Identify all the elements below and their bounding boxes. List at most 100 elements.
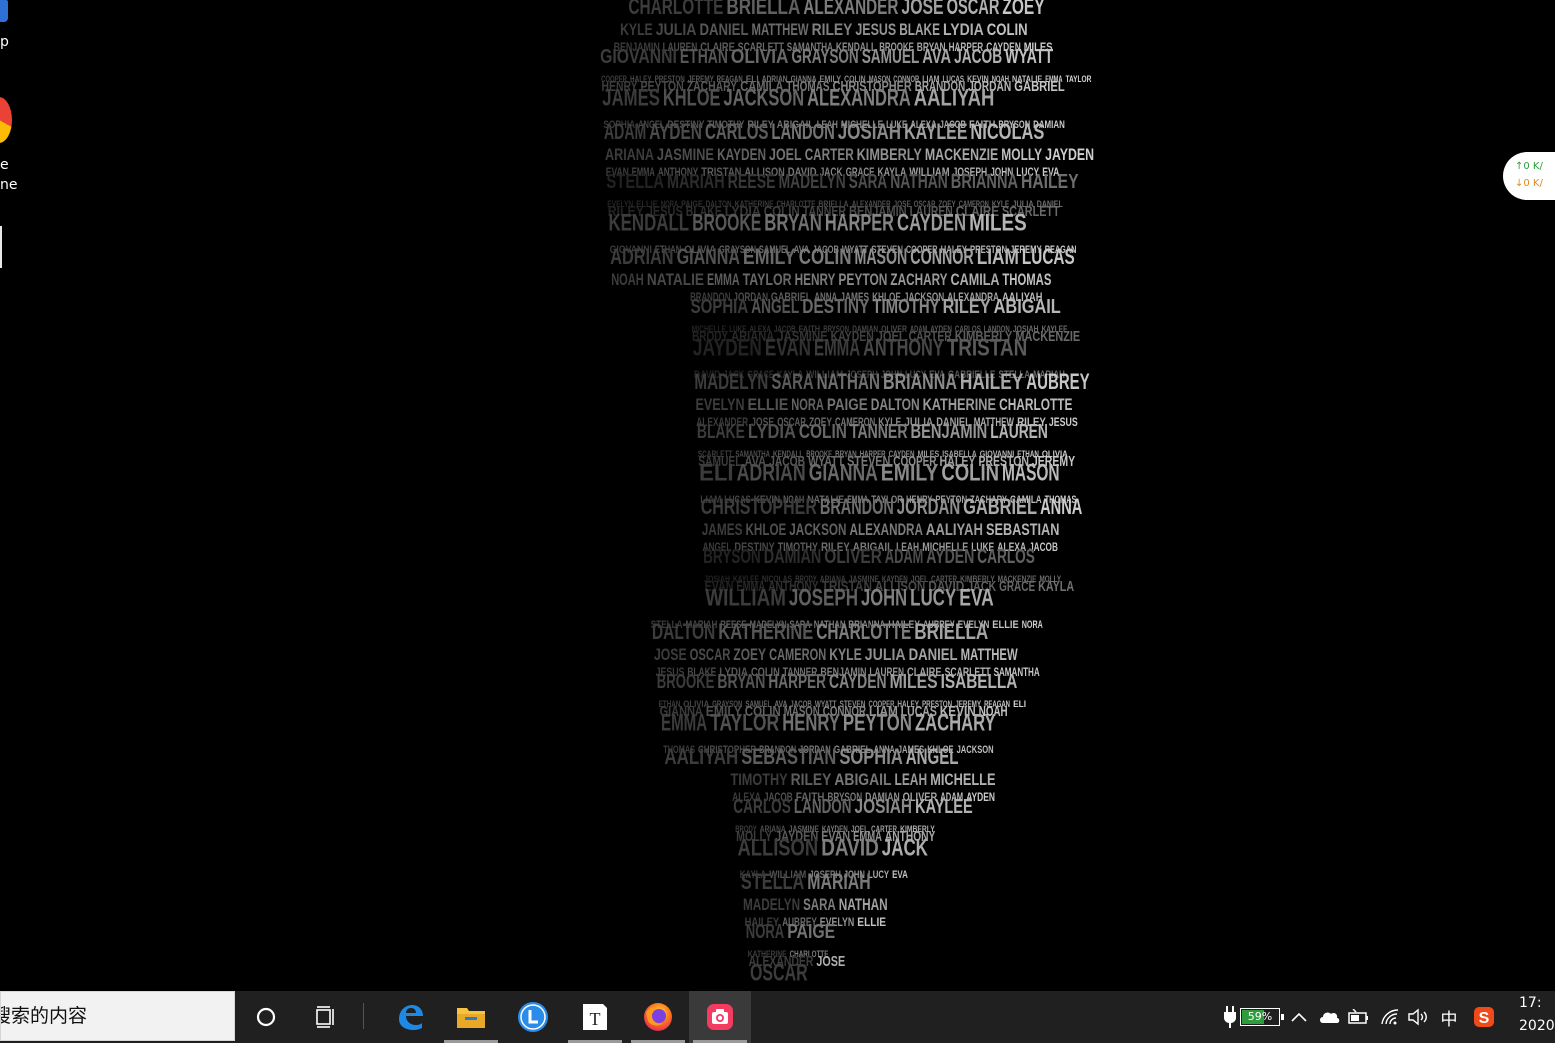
wallpaper-name: JOSE — [901, 0, 943, 19]
wallpaper-name: DALTON — [652, 619, 715, 644]
wallpaper-name: ELLIE — [992, 619, 1018, 631]
wallpaper-name: KHLOE — [663, 85, 721, 112]
wallpaper-name: JACKSON — [789, 520, 846, 539]
wallpaper-name: WYATT — [1005, 46, 1053, 68]
wallpaper-name: HARPER — [768, 671, 826, 693]
wallpaper-name: MASON — [855, 244, 908, 269]
wallpaper-name: JESUS — [1049, 415, 1078, 429]
wallpaper-name: MILES — [890, 671, 938, 693]
wallpaper-name: ZOEY — [733, 645, 766, 664]
wallpaper-name: JACKSON — [957, 744, 994, 756]
desktop-icon-label-line2: ne — [0, 177, 18, 193]
wallpaper-name: CONNOR — [910, 244, 973, 269]
wallpaper-name: BLAKE — [697, 421, 745, 443]
svg-text:T: T — [590, 1009, 601, 1029]
wallpaper-name: ZOEY — [1002, 0, 1044, 19]
download-speed: ↓0 K/ — [1515, 178, 1543, 189]
wallpaper-name: KAYLA — [1038, 578, 1074, 595]
wallpaper-name: ELI — [699, 460, 734, 487]
task-view-button[interactable] — [295, 991, 357, 1043]
wallpaper-name: JAMES — [702, 520, 743, 539]
chevron-up-icon — [1291, 1012, 1307, 1022]
wallpaper-name: JAMES — [602, 85, 660, 112]
wallpaper-name: KYLE — [829, 645, 862, 664]
wallpaper-name: COLIN — [941, 460, 999, 487]
wallpaper-name: ANGEL — [906, 744, 959, 769]
wallpaper-name: OSCAR — [947, 0, 1000, 19]
volume-button[interactable] — [1405, 991, 1431, 1043]
desktop-icon-app-1[interactable]: p — [0, 0, 10, 56]
wallpaper-name: EMILY — [881, 460, 939, 487]
wallpaper-name: JOEL — [769, 145, 802, 164]
wallpaper-name: STELLA — [606, 171, 664, 193]
l-app-icon — [518, 1002, 548, 1032]
firefox-icon — [644, 1003, 672, 1031]
desktop-icon-label-line1: e — [0, 157, 9, 173]
wallpaper-name: AUBREY — [1026, 369, 1090, 394]
taskbar-app-typora[interactable]: T — [564, 991, 626, 1043]
wallpaper-name: JACOB — [954, 46, 1002, 68]
sogou-ime-button[interactable]: S — [1470, 991, 1498, 1043]
network-speed-widget[interactable]: ↑0 K/ ↓0 K/ — [1503, 152, 1555, 200]
wallpaper-name: ADRIAN — [737, 460, 806, 487]
wallpaper-name: MARIAH — [667, 171, 725, 193]
taskbar-app-l[interactable] — [502, 991, 564, 1043]
wallpaper-name: SAMUEL — [862, 46, 920, 68]
wallpaper-name: TANNER — [850, 421, 908, 443]
wallpaper-name: CARLOS — [705, 119, 768, 144]
wallpaper-name: ELI — [1013, 699, 1026, 709]
taskbar-app-edge[interactable] — [379, 991, 441, 1043]
wallpaper-name: CAYDEN — [829, 671, 887, 693]
wallpaper-name: ETHAN — [680, 46, 728, 68]
taskbar-app-file-explorer[interactable] — [440, 991, 502, 1043]
wallpaper-name: COLIN — [987, 20, 1028, 39]
onedrive-button[interactable] — [1316, 991, 1342, 1043]
taskbar-search-box[interactable]: 搜索的内容 — [0, 991, 235, 1041]
wallpaper-name: BROOKE — [657, 671, 715, 693]
wallpaper-name: PEYTON — [838, 270, 887, 289]
show-hidden-icons-button[interactable] — [1288, 991, 1310, 1043]
wallpaper-name: SEBASTIAN — [741, 744, 836, 769]
wallpaper-name: TIMOTHY — [731, 770, 789, 789]
wallpaper-name: KIMBERLY — [857, 145, 923, 164]
wallpaper-name: JASMINE — [657, 145, 714, 164]
wallpaper-name: MARIAH — [807, 869, 870, 894]
taskbar-app-firefox[interactable] — [627, 991, 689, 1043]
wallpaper-name: ALEXANDRA — [807, 85, 911, 112]
battery-saver-icon — [1348, 1009, 1368, 1024]
taskbar-app-screenshot[interactable] — [689, 991, 751, 1043]
wallpaper-name: OSCAR — [690, 645, 731, 664]
input-method-indicator[interactable]: 中 — [1437, 991, 1461, 1043]
wallpaper-name: ANTHONY — [863, 335, 944, 362]
wallpaper-name: CHARLOTTE — [628, 0, 723, 19]
wallpaper-name: MATTHEW — [961, 645, 1019, 664]
wallpaper-name: GIANNA — [677, 244, 740, 269]
upload-speed: ↑0 K/ — [1515, 161, 1543, 172]
wallpaper-name: ARIANA — [605, 145, 654, 164]
edge-icon — [399, 1005, 423, 1030]
wifi-button[interactable] — [1377, 991, 1403, 1043]
wallpaper-name: EMMA — [661, 710, 707, 737]
wallpaper-name: AVA — [922, 46, 951, 68]
wallpaper-name: AALIYAH — [914, 85, 995, 112]
wallpaper-name: ADAM — [604, 119, 646, 144]
battery-indicator[interactable]: 59% — [1220, 991, 1284, 1043]
wallpaper-name: GRACE — [999, 578, 1035, 595]
screenshot-app-icon — [707, 1004, 733, 1030]
wallpaper-name: CHARLOTTE — [816, 619, 911, 644]
speaker-icon — [1408, 1008, 1427, 1026]
wallpaper-name: BRANDON — [820, 494, 894, 519]
wallpaper-name: NATHAN — [817, 369, 880, 394]
wallpaper-name: KAYLEE — [904, 119, 967, 144]
wallpaper-name: DAVID — [821, 835, 879, 862]
wallpaper-name: AYDEN — [649, 119, 702, 144]
wallpaper-name: JULIA — [656, 20, 697, 39]
desktop-icon-file[interactable] — [0, 226, 4, 268]
cortana-button[interactable] — [235, 991, 297, 1043]
desktop-icon-chrome[interactable]: e ne — [0, 95, 18, 195]
battery-tray-button[interactable] — [1346, 991, 1372, 1043]
wallpaper-name: SARA — [849, 171, 887, 193]
typora-icon: T — [583, 1004, 607, 1030]
wallpaper-name: NORA — [1022, 619, 1043, 631]
wallpaper-name: LIAM — [977, 244, 1019, 269]
